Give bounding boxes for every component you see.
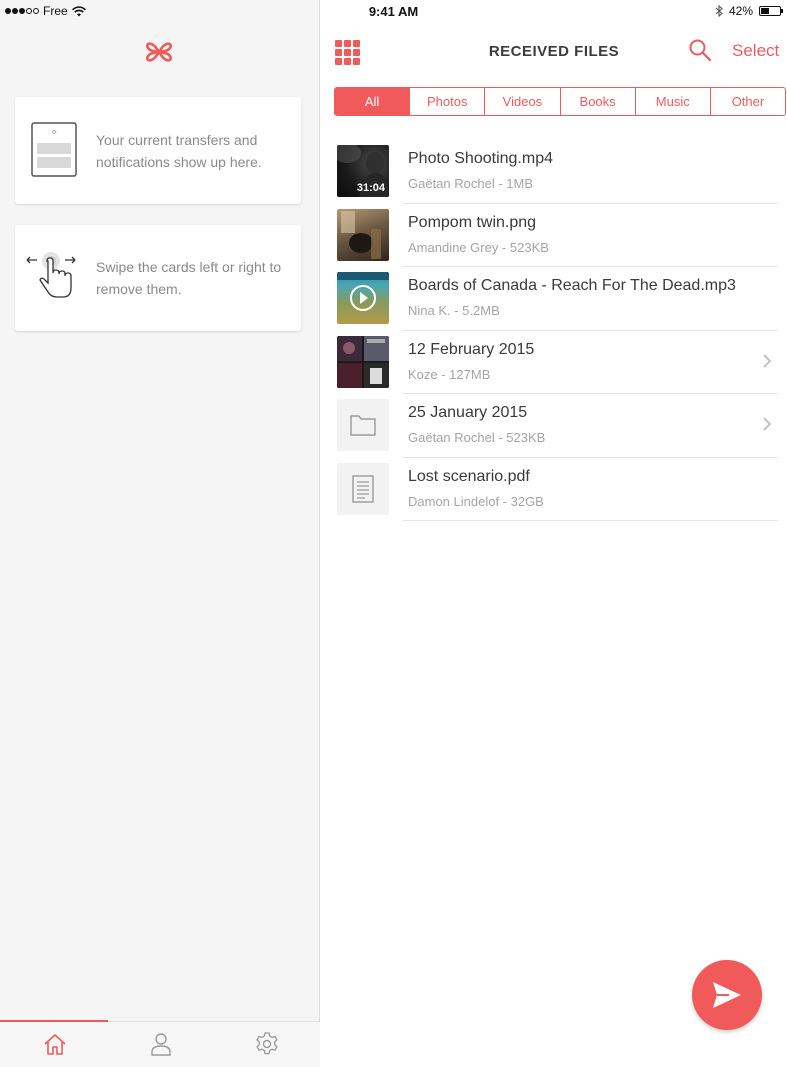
- folder-icon: [350, 415, 376, 436]
- photo-preview-image: [341, 210, 381, 259]
- bluetooth-icon: [715, 5, 723, 17]
- select-button[interactable]: Select: [732, 41, 779, 61]
- transfers-info-card[interactable]: Your current transfers and notifications…: [15, 97, 301, 204]
- battery-percent: 42%: [728, 4, 753, 18]
- file-meta: Damon Lindelof - 32GB: [408, 493, 544, 509]
- file-name: Lost scenario.pdf: [408, 467, 530, 485]
- swipe-hint-text: Swipe the cards left or right to remove …: [96, 259, 282, 297]
- folder-thumbnail: [337, 399, 389, 451]
- sidebar-tab-bar: [0, 1020, 320, 1067]
- file-row-12-february-2015[interactable]: 12 February 2015 Koze - 127MB: [321, 331, 787, 394]
- chevron-right-icon: [763, 353, 772, 368]
- file-meta: Amandine Grey - 523KB: [408, 239, 549, 255]
- filter-books[interactable]: Books: [559, 88, 635, 115]
- swipe-gesture-icon: [26, 252, 76, 298]
- collage-preview-image: [337, 335, 389, 388]
- document-thumbnail: [337, 462, 389, 515]
- filter-videos[interactable]: Videos: [484, 88, 559, 115]
- search-icon[interactable]: [688, 38, 712, 62]
- file-name: Pompom twin.png: [408, 213, 537, 231]
- file-meta: Gaëtan Rochel - 1MB: [408, 176, 534, 191]
- send-file-button[interactable]: [692, 960, 762, 1030]
- received-files-panel: RECEIVED FILES Select All Photos Videos …: [321, 0, 787, 1067]
- user-icon[interactable]: [148, 1031, 174, 1057]
- file-meta: Gaëtan Rochel - 523KB: [408, 430, 546, 445]
- file-name: 25 January 2015: [408, 404, 528, 421]
- file-row-pompom-twin[interactable]: Pompom twin.png Amandine Grey - 523KB: [321, 204, 787, 267]
- battery-icon: [759, 6, 783, 16]
- file-row-photo-shooting[interactable]: 31:04 Photo Shooting.mp4 Gaëtan Rochel -…: [321, 140, 787, 204]
- collage-thumbnail: [337, 335, 389, 388]
- app-logo-icon: [146, 42, 172, 62]
- file-row-25-january-2015[interactable]: 25 January 2015 Gaëtan Rochel - 523KB: [321, 394, 787, 458]
- chevron-right-icon: [763, 417, 772, 431]
- gear-icon[interactable]: [254, 1031, 280, 1057]
- file-meta: Koze - 127MB: [408, 366, 491, 382]
- file-name: Boards of Canada - Reach For The Dead.mp…: [408, 277, 736, 294]
- send-icon: [713, 982, 741, 1008]
- document-icon: [352, 474, 374, 503]
- video-duration: 31:04: [356, 182, 385, 194]
- file-type-filter: All Photos Videos Books Music Other: [334, 87, 786, 116]
- page-title: RECEIVED FILES: [488, 43, 620, 60]
- transfer-card-icon: [31, 122, 77, 177]
- swipe-hint-card[interactable]: Swipe the cards left or right to remove …: [15, 225, 301, 331]
- filter-all[interactable]: All: [335, 88, 410, 115]
- row-divider: [403, 520, 778, 521]
- status-time: 9:41 AM: [368, 4, 419, 19]
- status-right: 42%: [715, 4, 783, 18]
- file-name: Photo Shooting.mp4: [408, 150, 553, 167]
- file-meta: Nina K. - 5.2MB: [408, 303, 500, 318]
- file-row-lost-scenario[interactable]: Lost scenario.pdf Damon Lindelof - 32GB: [321, 458, 787, 521]
- active-tab-indicator: [0, 1020, 108, 1022]
- home-icon[interactable]: [42, 1031, 68, 1057]
- notification-sidebar: Your current transfers and notifications…: [0, 0, 320, 1067]
- status-bar: Free 9:41 AM 42%: [0, 0, 787, 22]
- transfers-info-text: Your current transfers and notifications…: [96, 132, 262, 170]
- filter-photos[interactable]: Photos: [409, 88, 484, 115]
- album-art-thumbnail: [337, 272, 389, 324]
- filter-music[interactable]: Music: [634, 88, 710, 115]
- play-icon: [337, 272, 389, 311]
- video-thumbnail: 31:04: [337, 145, 389, 197]
- file-row-boards-of-canada[interactable]: Boards of Canada - Reach For The Dead.mp…: [321, 267, 787, 331]
- file-name: 12 February 2015: [408, 340, 535, 358]
- photo-thumbnail: [337, 208, 389, 261]
- file-list: 31:04 Photo Shooting.mp4 Gaëtan Rochel -…: [321, 140, 787, 521]
- filter-other[interactable]: Other: [709, 88, 785, 115]
